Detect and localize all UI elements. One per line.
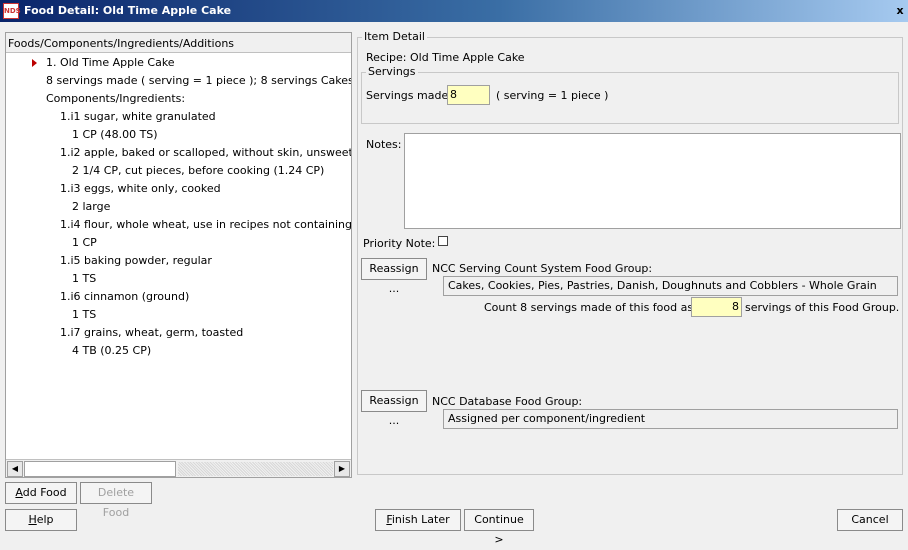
- count-suffix-label: servings of this Food Group.: [745, 301, 900, 314]
- servings-made-label: Servings made:: [366, 89, 452, 102]
- ncc-database-label: NCC Database Food Group:: [432, 395, 583, 408]
- tree-item-components[interactable]: Components/Ingredients:: [46, 91, 185, 107]
- app-icon: NDS: [3, 3, 21, 19]
- scroll-thumb[interactable]: [24, 461, 176, 477]
- tree-item-amount[interactable]: 4 TB (0.25 CP): [72, 343, 151, 359]
- reassign-database-group-button[interactable]: Reassign ...: [361, 390, 427, 427]
- scroll-right-icon[interactable]: ▶: [334, 461, 350, 477]
- ncc-serving-label: NCC Serving Count System Food Group:: [432, 262, 653, 275]
- tree-item-recipe[interactable]: 1. Old Time Apple Cake: [46, 55, 175, 71]
- food-tree[interactable]: 1. Old Time Apple Cake 8 servings made (…: [6, 55, 351, 457]
- delete-food-button[interactable]: Delete Food: [80, 482, 152, 519]
- notes-label: Notes:: [366, 138, 402, 151]
- ncc-database-value: Assigned per component/ingredient: [443, 409, 898, 429]
- tree-item-ingredient[interactable]: 1.i6 cinnamon (ground): [60, 289, 189, 305]
- help-button[interactable]: Help: [5, 509, 77, 531]
- tree-item-amount[interactable]: 1 TS: [72, 307, 96, 323]
- tree-item-amount[interactable]: 1 CP (48.00 TS): [72, 127, 158, 143]
- title-bar: NDS Food Detail: Old Time Apple Cake x: [0, 0, 908, 22]
- recipe-label: Recipe: Old Time Apple Cake: [366, 51, 525, 64]
- tree-item-servings[interactable]: 8 servings made ( serving = 1 piece ); 8…: [46, 73, 351, 89]
- add-food-button[interactable]: Add Food: [5, 482, 77, 504]
- window-title: Food Detail: Old Time Apple Cake: [24, 4, 232, 17]
- tree-item-amount[interactable]: 2 large: [72, 199, 110, 215]
- horizontal-scrollbar[interactable]: ◀ ▶: [6, 459, 351, 477]
- scroll-left-icon[interactable]: ◀: [7, 461, 23, 477]
- servings-legend: Servings: [366, 65, 418, 78]
- tree-item-ingredient[interactable]: 1.i7 grains, wheat, germ, toasted: [60, 325, 243, 341]
- tree-item-ingredient[interactable]: 1.i1 sugar, white granulated: [60, 109, 216, 125]
- continue-button[interactable]: Continue >: [464, 509, 534, 546]
- food-tree-panel: Foods/Components/Ingredients/Additions 1…: [5, 32, 352, 478]
- cancel-button[interactable]: Cancel: [837, 509, 903, 531]
- tree-item-ingredient[interactable]: 1.i2 apple, baked or scalloped, without …: [60, 145, 351, 161]
- notes-textarea[interactable]: [404, 133, 901, 229]
- serving-description: ( serving = 1 piece ): [496, 89, 609, 102]
- reassign-serving-group-button[interactable]: Reassign ...: [361, 258, 427, 295]
- tree-item-amount[interactable]: 1 CP: [72, 235, 97, 251]
- tree-item-amount[interactable]: 1 TS: [72, 271, 96, 287]
- tree-item-ingredient[interactable]: 1.i4 flour, whole wheat, use in recipes …: [60, 217, 351, 233]
- close-icon[interactable]: x: [892, 2, 908, 20]
- tree-item-ingredient[interactable]: 1.i3 eggs, white only, cooked: [60, 181, 221, 197]
- tree-item-amount[interactable]: 2 1/4 CP, cut pieces, before cooking (1.…: [72, 163, 324, 179]
- ncc-serving-value: Cakes, Cookies, Pies, Pastries, Danish, …: [443, 276, 898, 296]
- selected-arrow-icon: [32, 59, 37, 67]
- servings-made-input[interactable]: 8: [447, 85, 490, 105]
- priority-note-label: Priority Note:: [363, 237, 436, 250]
- count-prefix-label: Count 8 servings made of this food as: [484, 301, 694, 314]
- item-detail-legend: Item Detail: [362, 30, 427, 43]
- count-servings-input[interactable]: 8: [691, 297, 742, 317]
- scroll-track[interactable]: [178, 462, 333, 476]
- priority-note-checkbox[interactable]: [438, 236, 448, 246]
- food-tree-header: Foods/Components/Ingredients/Additions: [6, 33, 351, 53]
- finish-later-button[interactable]: Finish Later: [375, 509, 461, 531]
- tree-item-ingredient[interactable]: 1.i5 baking powder, regular: [60, 253, 212, 269]
